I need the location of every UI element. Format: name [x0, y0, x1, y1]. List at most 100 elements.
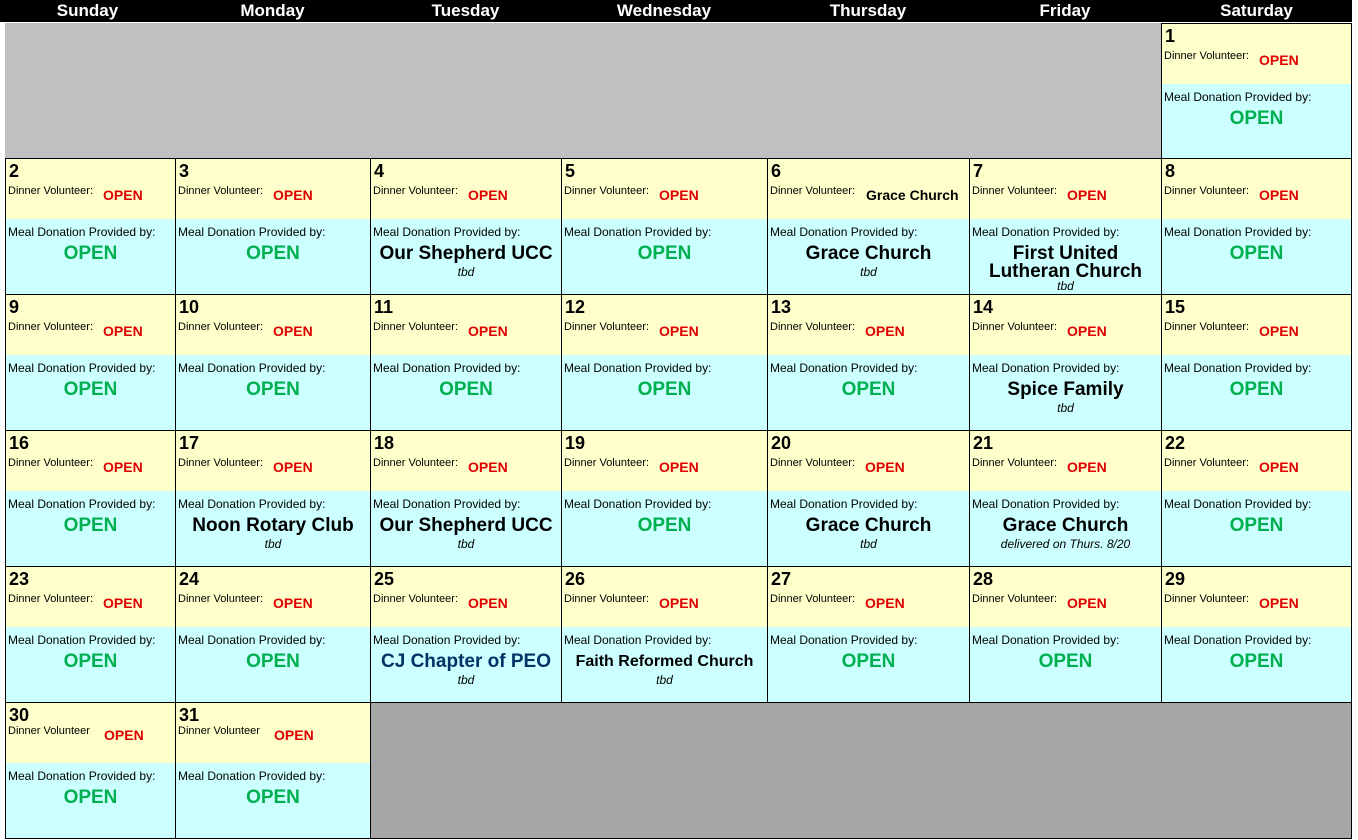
meal-donation-label: Meal Donation Provided by: — [1164, 361, 1312, 375]
meal-donation-section: Meal Donation Provided by: OPEN — [768, 355, 969, 430]
meal-donation-label: Meal Donation Provided by: — [770, 361, 918, 375]
meal-donation-section: Meal Donation Provided by: OPEN — [1162, 491, 1351, 566]
day-number: 13 — [771, 297, 792, 317]
day-number: 15 — [1165, 297, 1186, 317]
dinner-volunteer-value: OPEN — [103, 323, 143, 339]
meal-donor: OPEN — [439, 379, 493, 400]
meal-donor: Faith Reformed Church — [575, 653, 754, 670]
day-number: 5 — [565, 161, 576, 181]
meal-donor: OPEN — [246, 243, 300, 264]
day-number: 24 — [179, 569, 200, 589]
meal-donation-section: Meal Donation Provided by: Noon Rotary Cl… — [176, 491, 370, 566]
day-cell-1[interactable]: 1 Dinner Volunteer: OPEN Meal Donation Prov… — [1161, 23, 1352, 159]
day-cell-29[interactable]: 29 Dinner Volunteer: OPEN Meal Donation Pro… — [1161, 566, 1352, 703]
day-number: 18 — [374, 433, 395, 453]
day-cell-28[interactable]: 28 Dinner Volunteer: OPEN Meal Donation Pro… — [969, 566, 1162, 703]
day-cell-13[interactable]: 13 Dinner Volunteer: OPEN Meal Donation Pro… — [767, 294, 970, 431]
day-cell-21[interactable]: 21 Dinner Volunteer: OPEN Meal Donation Pro… — [969, 430, 1162, 567]
day-cell-5[interactable]: 5 Dinner Volunteer: OPEN Meal Donation Prov… — [561, 158, 768, 295]
meal-donation-label: Meal Donation Provided by: — [8, 225, 156, 239]
dinner-volunteer-label: Dinner Volunteer: — [564, 457, 649, 469]
day-cell-9[interactable]: 9 Dinner Volunteer: OPEN Meal Donation Prov… — [5, 294, 176, 431]
day-cell-27[interactable]: 27 Dinner Volunteer: OPEN Meal Donation Pro… — [767, 566, 970, 703]
meal-donation-section: Meal Donation Provided by: OPEN — [6, 627, 175, 702]
dinner-volunteer-value: OPEN — [103, 595, 143, 611]
day-cell-16[interactable]: 16 Dinner Volunteer: OPEN Meal Donation Pro… — [5, 430, 176, 567]
meal-donor: Grace Church — [1002, 515, 1129, 536]
day-number: 12 — [565, 297, 586, 317]
volunteer-section: 29 Dinner Volunteer: OPEN — [1162, 567, 1351, 627]
volunteer-section: 8 Dinner Volunteer: OPEN — [1162, 159, 1351, 219]
day-cell-26[interactable]: 26 Dinner Volunteer: OPEN Meal Donation Pro… — [561, 566, 768, 703]
volunteer-section: 30 Dinner Volunteer OPEN — [6, 703, 175, 763]
dinner-volunteer-value: OPEN — [1259, 187, 1299, 203]
dinner-volunteer-label: Dinner Volunteer: — [770, 321, 855, 333]
day-cell-15[interactable]: 15 Dinner Volunteer: OPEN Meal Donation Pro… — [1161, 294, 1352, 431]
meal-donation-label: Meal Donation Provided by: — [564, 497, 712, 511]
day-cell-12[interactable]: 12 Dinner Volunteer: OPEN Meal Donation Pro… — [561, 294, 768, 431]
dinner-volunteer-value: OPEN — [468, 459, 508, 475]
meal-donor-note: tbd — [860, 265, 877, 279]
day-cell-10[interactable]: 10 Dinner Volunteer: OPEN Meal Donation Pro… — [175, 294, 371, 431]
day-cell-20[interactable]: 20 Dinner Volunteer: OPEN Meal Donation Pro… — [767, 430, 970, 567]
meal-donor: OPEN — [246, 787, 300, 808]
day-cell-24[interactable]: 24 Dinner Volunteer: OPEN Meal Donation Pro… — [175, 566, 371, 703]
day-number: 6 — [771, 161, 782, 181]
day-number: 7 — [973, 161, 984, 181]
dinner-volunteer-label: Dinner Volunteer: — [178, 321, 263, 333]
dinner-volunteer-value: OPEN — [659, 595, 699, 611]
dinner-volunteer-label: Dinner Volunteer: — [972, 457, 1057, 469]
day-cell-18[interactable]: 18 Dinner Volunteer: OPEN Meal Donation Pro… — [370, 430, 562, 567]
volunteer-section: 17 Dinner Volunteer: OPEN — [176, 431, 370, 491]
day-number: 21 — [973, 433, 994, 453]
day-number: 17 — [179, 433, 200, 453]
volunteer-section: 9 Dinner Volunteer: OPEN — [6, 295, 175, 355]
dinner-volunteer-label: Dinner Volunteer: — [770, 185, 855, 197]
day-cell-2[interactable]: 2 Dinner Volunteer: OPEN Meal Donation Prov… — [5, 158, 176, 295]
day-cell-19[interactable]: 19 Dinner Volunteer: OPEN Meal Donation Pro… — [561, 430, 768, 567]
day-cell-14[interactable]: 14 Dinner Volunteer: OPEN Meal Donation Pro… — [969, 294, 1162, 431]
day-cell-7[interactable]: 7 Dinner Volunteer: OPEN Meal Donation Prov… — [969, 158, 1162, 295]
day-number: 29 — [1165, 569, 1186, 589]
day-cell-6[interactable]: 6 Dinner Volunteer: Grace Church Meal Donat… — [767, 158, 970, 295]
dinner-volunteer-value: OPEN — [1259, 595, 1299, 611]
day-cell-4[interactable]: 4 Dinner Volunteer: OPEN Meal Donation Prov… — [370, 158, 562, 295]
day-cell-31[interactable]: 31 Dinner Volunteer OPEN Meal Donation Prov… — [175, 702, 371, 839]
day-cell-30[interactable]: 30 Dinner Volunteer OPEN Meal Donation Prov… — [5, 702, 176, 839]
day-number: 11 — [374, 297, 394, 317]
day-number: 8 — [1165, 161, 1176, 181]
meal-donation-label: Meal Donation Provided by: — [178, 361, 326, 375]
volunteer-section: 3 Dinner Volunteer: OPEN — [176, 159, 370, 219]
volunteer-section: 22 Dinner Volunteer: OPEN — [1162, 431, 1351, 491]
dinner-volunteer-label: Dinner Volunteer: — [1164, 321, 1249, 333]
day-cell-23[interactable]: 23 Dinner Volunteer: OPEN Meal Donation Pro… — [5, 566, 176, 703]
meal-donor: OPEN — [1038, 651, 1093, 672]
volunteer-section: 2 Dinner Volunteer: OPEN — [6, 159, 175, 219]
day-number: 26 — [565, 569, 586, 589]
day-cell-25[interactable]: 25 Dinner Volunteer: OPEN Meal Donation Pro… — [370, 566, 562, 703]
day-cell-22[interactable]: 22 Dinner Volunteer: OPEN Meal Donation Pro… — [1161, 430, 1352, 567]
day-cell-17[interactable]: 17 Dinner Volunteer: OPEN Meal Donation Pro… — [175, 430, 371, 567]
volunteer-section: 11 Dinner Volunteer: OPEN — [371, 295, 561, 355]
day-cell-11[interactable]: 11 Dinner Volunteer: OPEN Meal Donation Pro… — [370, 294, 562, 431]
dinner-volunteer-label: Dinner Volunteer: — [972, 593, 1057, 605]
meal-donation-label: Meal Donation Provided by: — [178, 769, 326, 783]
day-cell-3[interactable]: 3 Dinner Volunteer: OPEN Meal Donation Prov… — [175, 158, 371, 295]
meal-donation-label: Meal Donation Provided by: — [178, 225, 326, 239]
day-number: 27 — [771, 569, 792, 589]
volunteer-section: 25 Dinner Volunteer: OPEN — [371, 567, 561, 627]
dinner-volunteer-value: OPEN — [273, 459, 313, 475]
dinner-volunteer-value: OPEN — [273, 187, 313, 203]
weekday-sunday: Sunday — [56, 1, 119, 20]
meal-donation-label: Meal Donation Provided by: — [8, 497, 156, 511]
meal-donation-label: Meal Donation Provided by: — [178, 633, 326, 647]
dinner-volunteer-label: Dinner Volunteer: — [564, 593, 649, 605]
meal-donation-section: Meal Donation Provided by: Our Shepherd U… — [371, 219, 561, 294]
day-number: 9 — [9, 297, 20, 317]
weekday-saturday: Saturday — [1220, 1, 1293, 20]
meal-donor: Our Shepherd UCC — [379, 515, 553, 536]
day-cell-8[interactable]: 8 Dinner Volunteer: OPEN Meal Donation Prov… — [1161, 158, 1352, 295]
meal-donor: OPEN — [246, 379, 300, 400]
dinner-volunteer-label: Dinner Volunteer — [8, 725, 90, 737]
dinner-volunteer-label: Dinner Volunteer: — [8, 593, 93, 605]
